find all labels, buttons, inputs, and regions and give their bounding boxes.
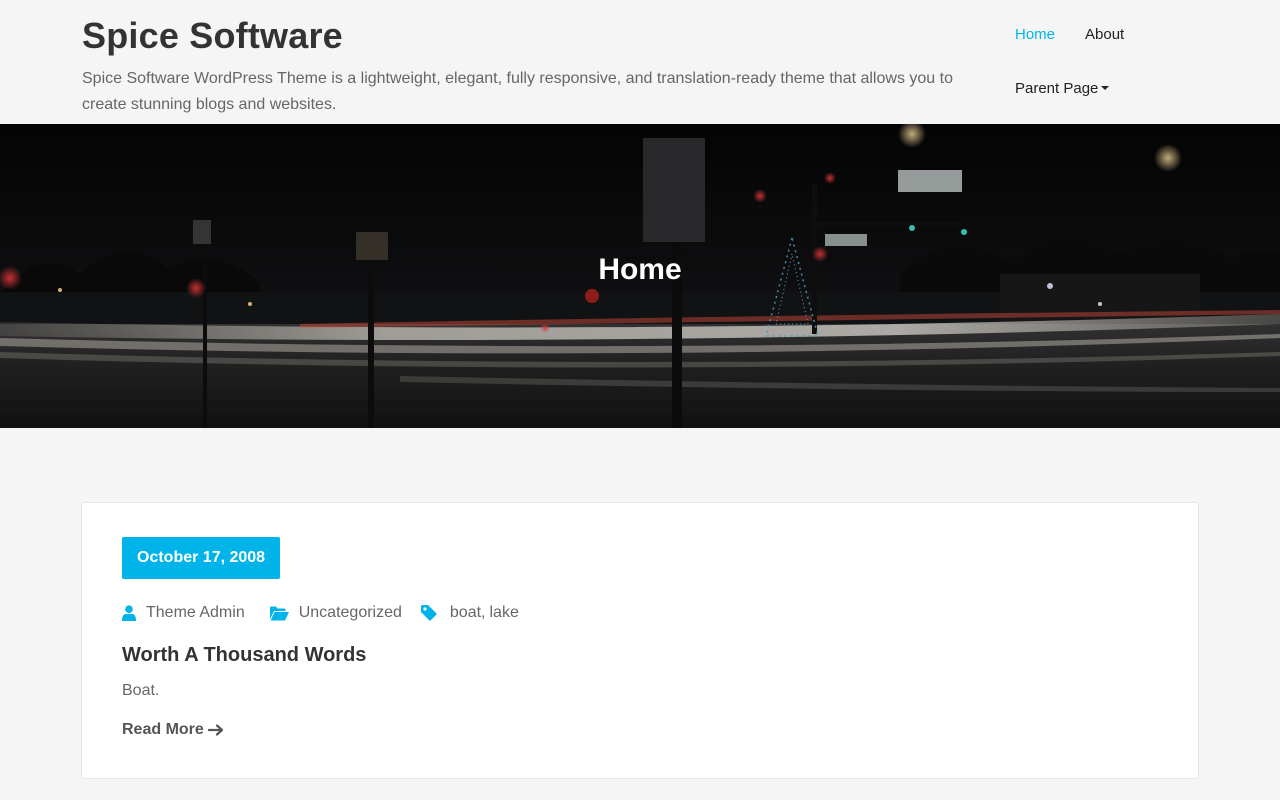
nav-item-about[interactable]: About — [1085, 26, 1124, 43]
page-title: Home — [598, 253, 682, 286]
main-navigation: Home About Parent Page — [1015, 0, 1215, 124]
site-branding: Spice Software Spice Software WordPress … — [82, 14, 962, 118]
folder-open-icon — [269, 606, 289, 620]
post-card: October 17, 2008 Theme Admin Uncategoriz… — [81, 502, 1199, 779]
nav-item-parent-page-label: Parent Page — [1015, 80, 1099, 97]
post-tag-link-boat[interactable]: boat — [450, 604, 481, 622]
page-hero-banner: Home — [0, 124, 1280, 428]
tag-icon — [420, 605, 437, 621]
arrow-right-icon — [207, 724, 223, 736]
tag-separator: , — [481, 604, 486, 621]
nav-item-parent-page[interactable]: Parent Page — [1015, 80, 1110, 97]
post-meta: Theme Admin Uncategorized boat, lake — [122, 601, 519, 625]
post-author-link[interactable]: Theme Admin — [146, 604, 245, 622]
caret-down-icon — [1101, 85, 1110, 90]
site-title-link[interactable]: Spice Software — [82, 14, 962, 58]
post-excerpt: Boat. — [122, 682, 160, 699]
post-date-badge[interactable]: October 17, 2008 — [122, 537, 281, 579]
post-category-link[interactable]: Uncategorized — [299, 604, 402, 622]
nav-item-home[interactable]: Home — [1015, 26, 1055, 43]
site-description: Spice Software WordPress Theme is a ligh… — [82, 70, 953, 113]
site-header: Spice Software Spice Software WordPress … — [0, 0, 1280, 124]
read-more-link[interactable]: Read More — [122, 721, 224, 739]
user-icon — [122, 605, 136, 621]
read-more-label: Read More — [122, 721, 204, 738]
post-tag-link-lake[interactable]: lake — [489, 604, 518, 622]
post-author: Theme Admin — [122, 604, 245, 622]
post-title-link[interactable]: Worth A Thousand Words — [122, 641, 366, 669]
post-category: Uncategorized — [269, 604, 402, 622]
post-tags: boat, lake — [420, 604, 519, 622]
